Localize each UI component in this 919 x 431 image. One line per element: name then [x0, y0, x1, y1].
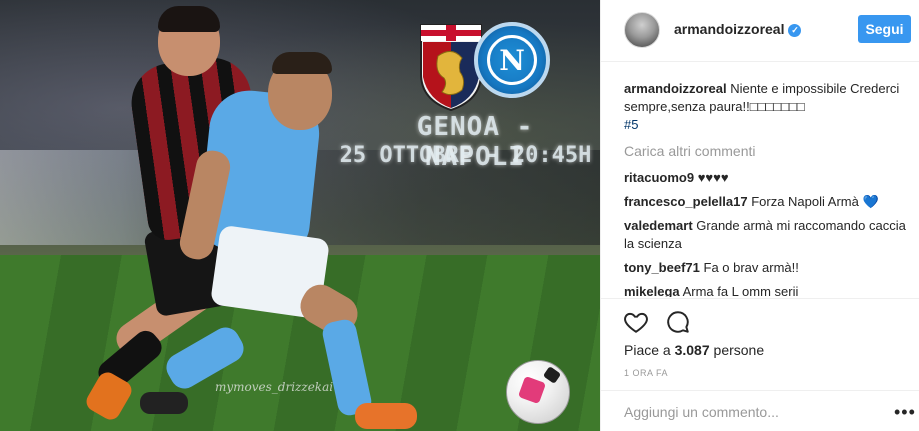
post-header: armandoizzoreal ✓ Segui — [601, 0, 919, 62]
player-genoa-hair — [158, 6, 220, 32]
comment-username[interactable]: mikelega — [624, 284, 680, 297]
comment-text: Fa o brav armà!! — [703, 260, 799, 275]
comment-username[interactable]: tony_beef71 — [624, 260, 700, 275]
follow-button[interactable]: Segui — [858, 15, 911, 43]
post-photo[interactable]: N GENOA - NAPOLI 25 OTTOBRE - 20:45H mym… — [0, 0, 600, 431]
heart-icon[interactable] — [623, 309, 649, 335]
comment-username[interactable]: valedemart — [624, 218, 693, 233]
more-options-icon[interactable]: ••• — [894, 403, 916, 421]
player-napoli-boot-right — [355, 403, 417, 429]
verified-badge-icon: ✓ — [788, 24, 802, 37]
list-item: mikelega Arma fa L omm serii — [624, 283, 909, 297]
caption-username[interactable]: armandoizzoreal — [624, 81, 727, 96]
comment-username[interactable]: francesco_pelella17 — [624, 194, 748, 209]
add-comment-bar: Aggiungi un commento... ••• — [601, 390, 919, 431]
likes-number: 3.087 — [674, 342, 710, 358]
likes-count[interactable]: Piace a 3.087 persone — [624, 342, 764, 358]
post-caption: armandoizzoreal Niente e impossibile Cre… — [624, 80, 909, 134]
list-item: valedemart Grande armà mi raccomando cac… — [624, 217, 909, 253]
avatar[interactable] — [624, 12, 660, 48]
likes-prefix: Piace a — [624, 342, 671, 358]
caption-hashtag[interactable]: #5 — [624, 116, 909, 134]
add-comment-input[interactable]: Aggiungi un commento... — [624, 404, 779, 420]
photo-watermark: mymoves_drizzekai — [215, 380, 334, 394]
list-item: tony_beef71 Fa o brav armà!! — [624, 259, 909, 277]
load-more-comments-link[interactable]: Carica altri commenti — [624, 142, 909, 160]
comments-list[interactable]: armandoizzoreal Niente e impossibile Cre… — [624, 80, 909, 297]
post-actions: Piace a 3.087 persone 1 ORA FA — [601, 298, 919, 378]
list-item: ritacuomo9 ♥♥♥♥ — [624, 169, 909, 187]
player-napoli-hair — [272, 52, 332, 74]
header-username-link[interactable]: armandoizzoreal ✓ — [674, 21, 802, 37]
instagram-post: N GENOA - NAPOLI 25 OTTOBRE - 20:45H mym… — [0, 0, 919, 431]
post-timestamp[interactable]: 1 ORA FA — [624, 368, 668, 378]
post-sidebar: armandoizzoreal ✓ Segui armandoizzoreal N… — [600, 0, 919, 431]
player-napoli-boot-left — [140, 392, 188, 414]
napoli-crest-icon: N — [474, 22, 550, 98]
likes-suffix: persone — [713, 342, 765, 358]
comment-text: Forza Napoli Armà 💙 — [751, 194, 879, 209]
match-date: 25 OTTOBRE - 20:45H — [339, 143, 592, 168]
comment-text: Arma fa L omm serii — [682, 284, 799, 297]
list-item: francesco_pelella17 Forza Napoli Armà 💙 — [624, 193, 909, 211]
comment-username[interactable]: ritacuomo9 — [624, 170, 694, 185]
comment-bubble-icon[interactable] — [665, 309, 691, 335]
football-ball — [506, 360, 570, 424]
comment-text: ♥♥♥♥ — [697, 170, 729, 185]
header-username[interactable]: armandoizzoreal — [674, 21, 784, 37]
napoli-crest-letter: N — [487, 35, 537, 85]
